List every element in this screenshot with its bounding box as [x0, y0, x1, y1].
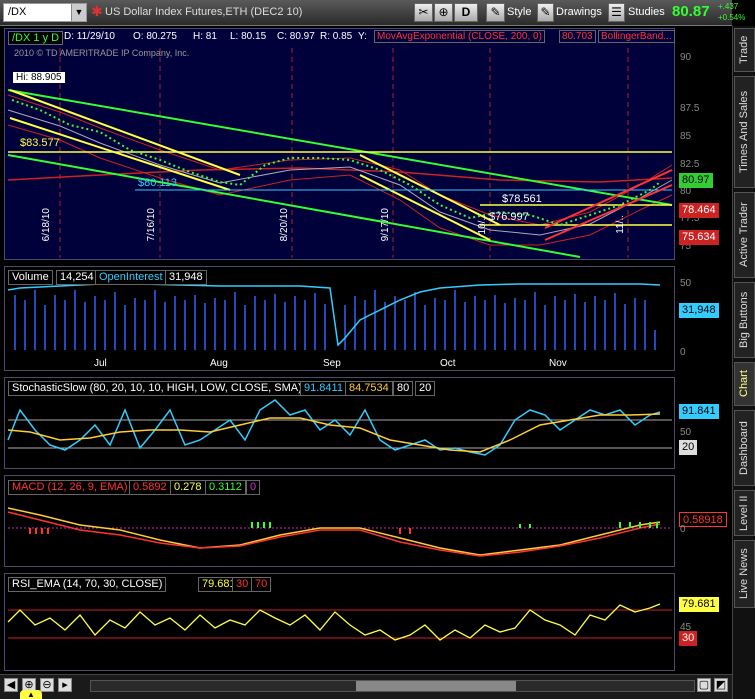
macd-value: 0.5892 [129, 480, 171, 495]
tab-active-trader[interactable]: Active Trader [734, 192, 755, 278]
date-line-label: 10/.. [477, 215, 488, 235]
month-label: Jul [94, 358, 107, 369]
macd-label[interactable]: MACD (12, 26, 9, EMA) [8, 480, 132, 495]
volume-tick: 50 [680, 278, 692, 289]
annotation-83577: $83.577 [20, 137, 60, 149]
bar-low: L: 80.15 [230, 31, 267, 42]
stochastic-badge: 91.841 [679, 404, 719, 419]
date-line-label: 8/20/10 [279, 208, 290, 242]
date-line-label: 7/16/10 [146, 208, 157, 242]
stochastic-label[interactable]: StochasticSlow (80, 20, 10, 10, HIGH, LO… [8, 381, 306, 396]
rsi-badge: 79.681 [679, 597, 719, 612]
movavg-label[interactable]: MovAvgExponential (CLOSE, 200, 0) [374, 30, 545, 43]
stochastic-level-badge: 20 [679, 440, 698, 455]
date-line-label: 9/17/10 [380, 208, 391, 242]
bollinger-label[interactable]: BollingerBand... [598, 30, 675, 43]
movavg-value: 80.703 [559, 30, 596, 43]
expand-icon[interactable]: ▢ [697, 678, 711, 692]
tab-times-and-sales[interactable]: Times And Sales [734, 76, 755, 188]
stochastic-overbought: 80 [393, 381, 414, 396]
time-scrollbar[interactable] [90, 680, 695, 692]
macd-diff: 0.3112 [205, 480, 246, 495]
collapse-icon[interactable]: ◩ [714, 678, 728, 692]
copyright: 2010 © TD AMERITRADE IP Company, Inc. [14, 48, 190, 58]
right-sidebar: Trade Times And Sales Active Trader Big … [732, 26, 755, 699]
chart-symbol-period[interactable]: /DX 1 y D [8, 31, 64, 45]
last-price-badge: 80.97 [679, 173, 713, 188]
expand-panel-icon[interactable]: ▲ [20, 690, 42, 699]
stochastic-k: 91.8411 [300, 381, 347, 396]
month-label: Nov [549, 358, 567, 369]
annotation-78561: $78.561 [502, 193, 542, 205]
macd-avg: 0.278 [170, 480, 206, 495]
price-axis[interactable]: 90 87.5 85 82.5 80 77.5 75 80.97 78.464 … [676, 28, 732, 260]
volume-label[interactable]: Volume [8, 270, 53, 285]
tab-dashboard[interactable]: Dashboard [734, 410, 755, 486]
tab-chart[interactable]: Chart [734, 362, 755, 406]
bottom-bar: ◀ ⊕ ⊖ ▸ ▢ ◩ [0, 674, 732, 699]
rsi-oversold: 30 [232, 577, 253, 592]
bar-range: R: 0.85 [320, 31, 353, 42]
month-label: Aug [210, 358, 228, 369]
rsi-overbought: 70 [251, 577, 272, 592]
lower-band-badge: 75.634 [679, 230, 719, 245]
macd-zero: 0 [246, 480, 261, 495]
rsi-level-badge: 30 [679, 631, 698, 646]
stochastic-tick: 50 [680, 427, 692, 438]
annotation-80113: $80.113 [138, 177, 177, 189]
rsi-axis[interactable]: 79.681 45 30 [676, 573, 732, 671]
zoom-out-icon[interactable]: ⊖ [40, 678, 54, 692]
pan-left-icon[interactable]: ◀ [4, 678, 18, 692]
stochastic-oversold: 20 [415, 381, 436, 396]
price-tick: 90 [680, 52, 692, 63]
bar-close: C: 80.97 [277, 31, 315, 42]
volume-value: 14,254 [56, 270, 98, 285]
volume-tick: 0 [680, 347, 686, 358]
stochastic-axis[interactable]: 91.841 50 20 [676, 377, 732, 469]
tab-trade[interactable]: Trade [734, 28, 755, 72]
tab-level-ii[interactable]: Level II [734, 490, 755, 536]
bar-high: H: 81 [193, 31, 217, 42]
date-line-label: 6/18/10 [41, 208, 52, 242]
volume-axis[interactable]: 50 0 31,948 [676, 266, 732, 371]
tab-live-news[interactable]: Live News [734, 540, 755, 608]
macd-axis[interactable]: 0.58918 0 [676, 475, 732, 567]
scrollbar-thumb[interactable] [356, 681, 516, 691]
macd-tick: 0 [680, 524, 686, 535]
open-interest-label[interactable]: OpenInterest [95, 270, 167, 285]
tab-big-buttons[interactable]: Big Buttons [734, 282, 755, 358]
upper-band-badge: 78.464 [679, 203, 719, 218]
settings-icon[interactable]: ▸ [58, 678, 72, 692]
rsi-label[interactable]: RSI_EMA (14, 70, 30, CLOSE) [8, 577, 167, 592]
bar-y: Y: [358, 31, 367, 42]
high-label: Hi: 88.905 [13, 72, 65, 83]
price-tick: 85 [680, 131, 692, 142]
bar-date: D: 11/29/10 [64, 31, 115, 42]
date-line-label: 11/.. [615, 215, 626, 234]
macd-badge: 0.58918 [679, 512, 727, 527]
price-tick: 87.5 [680, 103, 700, 114]
month-label: Oct [440, 358, 456, 369]
bar-open: O: 80.275 [133, 31, 177, 42]
annotation-76997: $76.997 [489, 211, 529, 223]
price-tick: 82.5 [680, 159, 700, 170]
open-interest-badge: 31,948 [679, 303, 719, 318]
month-label: Sep [323, 358, 341, 369]
open-interest-value: 31,948 [165, 270, 207, 285]
stochastic-d: 84.7534 [345, 381, 393, 396]
